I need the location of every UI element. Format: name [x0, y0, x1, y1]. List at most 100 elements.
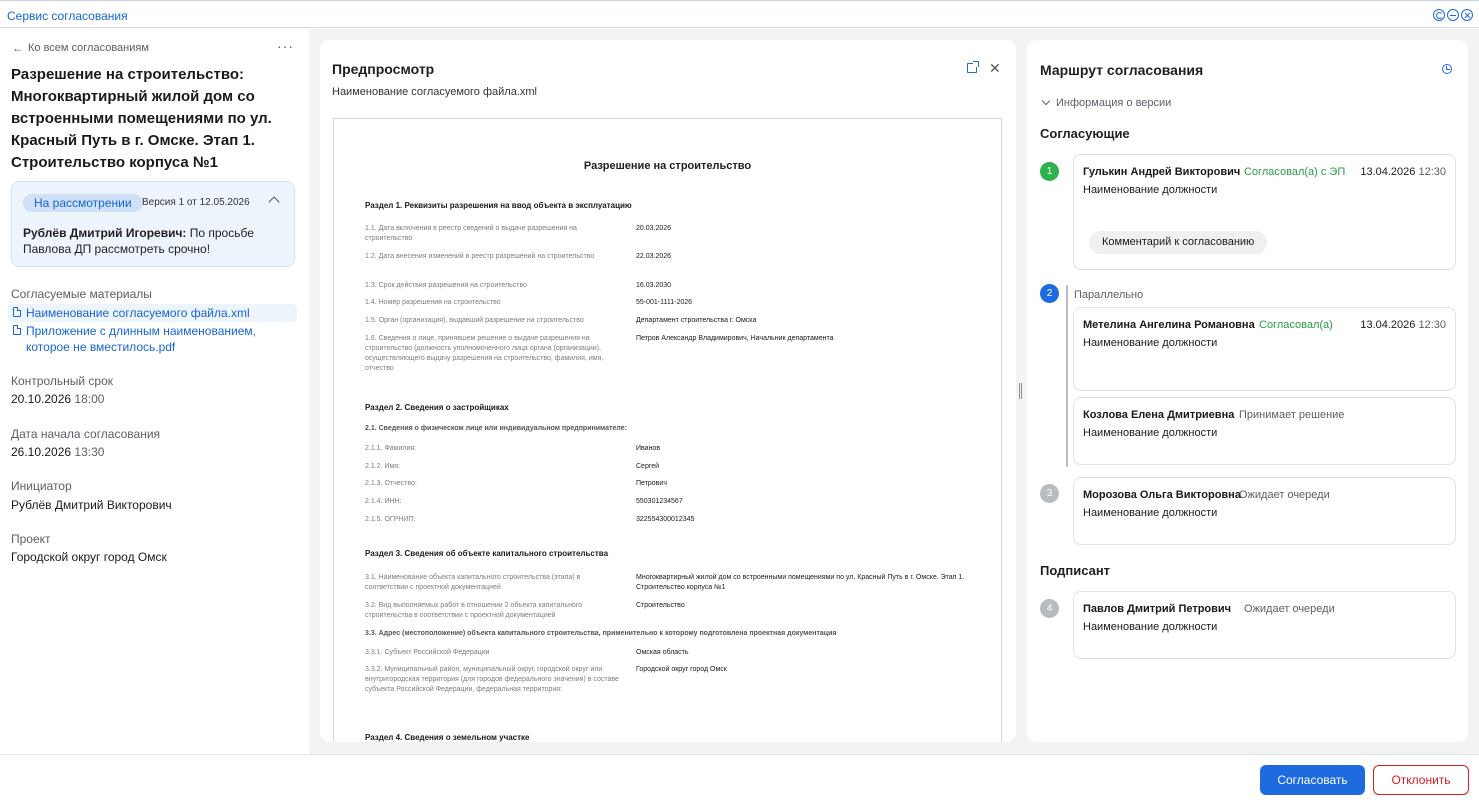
row-label: 3.1. Наименование объекта капитального с… — [365, 574, 581, 591]
section-heading: Раздел 4. Сведения о земельном участке — [365, 733, 530, 742]
row-value: 550301234567 — [636, 498, 683, 505]
approval-comment[interactable]: Комментарий к согласованию — [1089, 231, 1268, 254]
row-label: 2.1.1. Фамилия: — [365, 445, 417, 452]
restore-icon[interactable] — [1433, 9, 1445, 21]
subsection-heading: 2.1. Сведения о физическом лице или инди… — [365, 425, 627, 432]
row-value: 22.03.2026 — [636, 253, 672, 260]
section-heading: Раздел 2. Сведения о застройщиках — [365, 403, 509, 412]
row-value: 322554300012345 — [636, 516, 695, 523]
reject-button[interactable]: Отклонить — [1373, 765, 1469, 795]
row-label: 2.1.4. ИНН: — [365, 498, 402, 505]
page-title: Разрешение на строительство: Многокварти… — [11, 66, 272, 171]
start-date-value: 26.10.2026 13:30 — [11, 445, 104, 459]
step-number: 1 — [1040, 162, 1059, 181]
row-label: 3.3.2. Муниципальный район, муниципальны… — [365, 666, 619, 693]
row-label: 1.2. Дата внесения изменений в реестр ра… — [365, 253, 595, 260]
subsection-heading: 3.3. Адрес (местоположение) объекта капи… — [365, 630, 837, 637]
approver-card[interactable]: Метелина Ангелина Романовна Согласовал(а… — [1073, 307, 1456, 391]
row-label: 3.2. Вид выполняемых работ в отношении 2… — [365, 602, 583, 619]
file-name: Приложение с длинным наименованием, кото… — [26, 324, 256, 354]
file-icon — [13, 325, 21, 335]
arrow-left-icon: ← — [12, 41, 24, 55]
approval-date: 13.04.2026 12:30 — [1360, 166, 1446, 178]
row-label: 2.1.3. Отчество: — [365, 480, 417, 487]
version-label: Версия 1 от 12.05.2026 — [142, 197, 250, 208]
approval-status: Согласовал(а) — [1259, 319, 1333, 331]
row-value: Иванов — [636, 445, 661, 452]
approval-route-panel: Маршрут согласования Информация о версии… — [1027, 40, 1468, 742]
approver-position: Наименование должности — [1083, 184, 1218, 196]
approver-name: Метелина Ангелина Романовна — [1083, 319, 1255, 331]
row-value: Петров Александр Владимирович, Начальник… — [636, 335, 834, 342]
approver-position: Наименование должности — [1083, 337, 1218, 349]
approval-date: 13.04.2026 12:30 — [1360, 319, 1446, 331]
row-value: Петрович — [636, 480, 667, 487]
time: 12:30 — [1415, 319, 1446, 331]
history-icon[interactable] — [1442, 64, 1452, 74]
row-label: 1.5. Орган (организация), выдавший разре… — [365, 317, 584, 324]
preview-filename: Наименование согласуемого файла.xml — [332, 86, 537, 98]
more-options-icon[interactable]: ··· — [277, 38, 294, 54]
row-label: 3.3.1. Субъект Российской Федерации — [365, 649, 490, 656]
row-value: 20.03.2026 — [636, 225, 672, 232]
approval-status: Согласовал(а) с ЭП — [1244, 166, 1346, 178]
approver-name: Морозова Ольга Викторовна — [1083, 489, 1241, 501]
minimize-icon[interactable] — [1447, 9, 1459, 21]
chevron-up-icon[interactable] — [268, 196, 280, 208]
version-info-toggle[interactable]: Информация о версии — [1040, 96, 1171, 109]
file-link-xml[interactable]: Наименование согласуемого файла.xml — [8, 304, 297, 322]
start-date: 26.10.2026 — [11, 445, 72, 459]
window-titlebar: Сервис согласования — [0, 0, 1479, 28]
date: 13.04.2026 — [1360, 319, 1416, 331]
start-time: 13:30 — [71, 445, 105, 459]
signer-title: Подписант — [1040, 563, 1111, 578]
row-label: 2.1.5. ОГРНИП: — [365, 516, 416, 523]
status-badge: На рассмотрении — [23, 194, 143, 212]
panel-resize-handle[interactable] — [1019, 383, 1022, 399]
row-label: 1.4. Номер разрешения на строительство — [365, 299, 501, 306]
row-value: Департамент строительства г. Омска — [636, 317, 757, 324]
action-footer: Согласовать Отклонить — [0, 754, 1479, 800]
signer-position: Наименование должности — [1083, 621, 1218, 633]
row-label: 1.3. Срок действия разрешения на строите… — [365, 282, 528, 289]
section-heading: Раздел 3. Сведения об объекте капитально… — [365, 549, 609, 558]
approve-button[interactable]: Согласовать — [1260, 765, 1365, 795]
step-number: 3 — [1040, 484, 1059, 503]
time: 12:30 — [1415, 166, 1446, 178]
approver-position: Наименование должности — [1083, 507, 1218, 519]
approver-name: Козлова Елена Дмитриевна — [1083, 409, 1235, 421]
file-icon — [13, 307, 21, 317]
document-page: Разрешение на строительство Раздел 1. Ре… — [333, 118, 1002, 742]
close-window-icon[interactable] — [1461, 9, 1473, 21]
approver-card[interactable]: Козлова Елена Дмитриевна Принимает решен… — [1073, 397, 1456, 465]
initiator-label: Инициатор — [11, 479, 72, 493]
file-link-pdf[interactable]: Приложение с длинным наименованием, кото… — [8, 322, 297, 356]
back-link-label: Ко всем согласованиям — [28, 42, 149, 54]
row-value: Многоквартирный жилой дом со встроенными… — [636, 574, 965, 591]
approval-status: Ожидает очереди — [1239, 489, 1330, 501]
materials-label: Согласуемые материалы — [11, 287, 152, 301]
document-title: Разрешение на строительство — [583, 160, 752, 172]
signer-name: Павлов Дмитрий Петрович — [1083, 603, 1232, 615]
route-title: Маршрут согласования — [1040, 62, 1204, 78]
approver-card[interactable]: Гулькин Андрей Викторович Согласовал(а) … — [1073, 154, 1456, 270]
approver-card[interactable]: Морозова Ольга Викторовна Ожидает очеред… — [1073, 477, 1456, 545]
back-link[interactable]: ← Ко всем согласованиям ··· — [12, 38, 294, 56]
close-icon[interactable]: ✕ — [989, 60, 1001, 77]
open-external-icon[interactable] — [967, 61, 979, 73]
approvers-title: Согласующие — [1040, 126, 1130, 141]
preview-title: Предпросмотр — [332, 61, 435, 77]
parallel-group-line — [1066, 285, 1068, 467]
date: 13.04.2026 — [1360, 166, 1416, 178]
parallel-label: Параллельно — [1074, 289, 1144, 301]
deadline-label: Контрольный срок — [11, 374, 114, 388]
row-value: 55-001-1111-2026 — [636, 299, 693, 306]
row-label: 2.1.2. Имя: — [365, 463, 401, 470]
deadline-time: 18:00 — [71, 392, 105, 406]
deadline-date: 20.10.2026 — [11, 392, 72, 406]
file-name: Наименование согласуемого файла.xml — [26, 306, 250, 320]
signer-card[interactable]: Павлов Дмитрий Петрович Ожидает очереди … — [1073, 591, 1456, 659]
window-controls — [1433, 9, 1473, 21]
step-number: 2 — [1040, 284, 1059, 303]
row-value: Строительство — [636, 602, 685, 609]
